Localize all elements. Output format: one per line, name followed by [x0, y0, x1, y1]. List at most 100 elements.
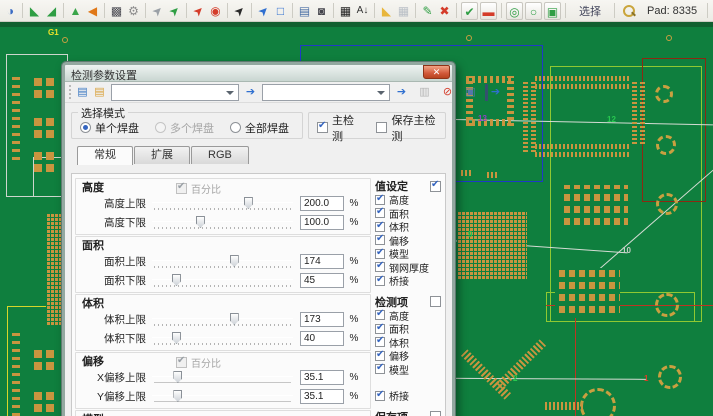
ruler-icon[interactable]: ◣	[378, 2, 395, 20]
remove-minus-icon[interactable]: ▬	[480, 2, 497, 20]
apply-check-icon[interactable]: ✔	[461, 2, 478, 20]
template-combo-2[interactable]	[262, 84, 390, 101]
grid-black-icon[interactable]: ▦	[337, 2, 354, 20]
circle-target-icon[interactable]: ◎	[506, 2, 523, 20]
toolbar-separator	[22, 3, 23, 18]
volume-lower-input[interactable]: 40	[300, 331, 344, 346]
area-lower-input[interactable]: 45	[300, 273, 344, 288]
select-mode-button[interactable]: 选择	[569, 3, 611, 19]
radio-label: 单个焊盘	[95, 120, 139, 136]
check-item[interactable]: 桥接	[375, 274, 442, 288]
check-item[interactable]: 模型	[375, 247, 442, 261]
main-toolbar: ◑ ◣ ◢ ▲ ◀ ▩ ⚙ ➤ ➤ ➤ ◉ ➤ ➤ □ ▤ ◙ ▦ A↓ ◣ ▦…	[0, 0, 713, 22]
apply-template-b-icon[interactable]: ➔	[393, 84, 410, 101]
unit-label: %	[344, 275, 364, 286]
template-combo-1[interactable]	[111, 84, 239, 101]
x-offset-slider[interactable]	[152, 368, 293, 387]
history-icon[interactable]: ◑	[2, 2, 19, 20]
image-icon[interactable]: ▩	[108, 2, 125, 20]
area-lower-slider[interactable]	[152, 271, 293, 290]
check-item[interactable]: 偏移	[375, 349, 442, 363]
pad-count-status: Pad: 8335	[640, 5, 704, 17]
measure-left-icon[interactable]: ◣	[26, 2, 43, 20]
radio-single-pad[interactable]: 单个焊盘	[80, 120, 139, 136]
checkbox	[375, 235, 385, 245]
radio-multi-pad: 多个焊盘	[155, 120, 214, 136]
slider-column: 高度 百分比 高度上限 200.0 % 高度下限 100.0	[75, 178, 371, 416]
check-item[interactable]: 高度	[375, 309, 442, 323]
check-item[interactable]: 偏移	[375, 234, 442, 248]
y-offset-input[interactable]: 35.1	[300, 389, 344, 404]
save-main-detect-checkbox[interactable]: 保存主检测	[376, 112, 437, 144]
dialog-titlebar[interactable]: 检测参数设置 ✕	[65, 65, 452, 82]
pin-black-icon[interactable]: ➤	[227, 0, 252, 23]
tab-extended[interactable]: 扩展	[134, 146, 190, 164]
circle-icon[interactable]: ○	[525, 2, 542, 20]
pcb-pad-small	[461, 170, 471, 176]
pcb-rosette	[656, 135, 676, 155]
spacer	[375, 376, 442, 389]
checkbox	[317, 122, 328, 133]
sort-az-icon[interactable]: A↓	[354, 2, 371, 20]
zoom-icon[interactable]	[621, 3, 637, 19]
volume-lower-slider[interactable]	[152, 329, 293, 348]
pcb-fiducial	[62, 37, 68, 43]
main-detect-checkbox[interactable]: 主检测	[317, 112, 358, 144]
area-upper-input[interactable]: 174	[300, 254, 344, 269]
pcb-fiducial	[466, 35, 472, 41]
triangle-draw-icon[interactable]: ▲	[67, 2, 84, 20]
unit-label: %	[344, 314, 364, 325]
slider-row: 面积上限 174 %	[82, 252, 364, 271]
exit-icon[interactable]: ➔	[485, 84, 502, 101]
apply-template-a-icon[interactable]: ➔	[242, 84, 259, 101]
area-upper-slider[interactable]	[152, 252, 293, 271]
radio-all-pads[interactable]: 全部焊盘	[230, 120, 289, 136]
height-upper-slider[interactable]	[152, 194, 293, 213]
group-title: 偏移	[82, 353, 104, 369]
check-item[interactable]: 面积	[375, 207, 442, 221]
block-icon[interactable]: ⊘	[439, 84, 456, 101]
film-icon[interactable]: ▤	[296, 2, 313, 20]
camera-icon[interactable]: ◙	[313, 2, 330, 20]
model-group: 模型 模型上限 0.200 mm	[75, 410, 371, 416]
y-offset-slider[interactable]	[152, 387, 293, 406]
save-icon[interactable]: ▣	[462, 84, 479, 101]
x-offset-input[interactable]: 35.1	[300, 370, 344, 385]
check-item[interactable]: 体积	[375, 336, 442, 350]
check-item[interactable]: 桥接	[375, 389, 442, 403]
save-items-master-checkbox[interactable]	[430, 411, 441, 416]
stop-square-icon[interactable]: ▣	[544, 2, 561, 20]
toolbar-separator	[501, 3, 502, 18]
edit-chart-icon[interactable]: ✎	[419, 2, 436, 20]
volume-upper-input[interactable]: 173	[300, 312, 344, 327]
pcb-quad-pads	[34, 118, 42, 126]
export-settings-icon[interactable]: ▤	[91, 84, 108, 101]
close-button[interactable]: ✕	[423, 65, 450, 79]
grid-light-icon[interactable]: ▦	[395, 2, 412, 20]
unit-label: %	[344, 391, 364, 402]
height-lower-input[interactable]: 100.0	[300, 215, 344, 230]
tab-rgb[interactable]: RGB	[191, 146, 249, 164]
pin-green-icon[interactable]: ➤	[162, 0, 187, 23]
check-item[interactable]: 高度	[375, 193, 442, 207]
volume-group: 体积 体积上限 173 % 体积下限 40 %	[75, 294, 371, 351]
delete-icon[interactable]: ✖	[436, 2, 453, 20]
tools-icon[interactable]: ⚙	[125, 2, 142, 20]
check-item[interactable]: 钢网厚度	[375, 261, 442, 275]
check-item[interactable]: 面积	[375, 322, 442, 336]
check-item[interactable]: 模型	[375, 363, 442, 377]
height-lower-slider[interactable]	[152, 213, 293, 232]
measure-right-icon[interactable]: ◢	[43, 2, 60, 20]
check-item[interactable]: 体积	[375, 220, 442, 234]
pcb-quad-pads	[34, 392, 42, 400]
tab-general[interactable]: 常规	[77, 146, 133, 165]
group-title: 面积	[82, 237, 104, 253]
height-upper-input[interactable]: 200.0	[300, 196, 344, 211]
selection-mode-row: 选择模式 单个焊盘 多个焊盘 全部焊盘 主检测	[65, 103, 452, 142]
volume-upper-slider[interactable]	[152, 310, 293, 329]
cone-icon[interactable]: ◀	[84, 2, 101, 20]
import-settings-icon[interactable]: ▤	[74, 84, 91, 101]
value-set-master-checkbox[interactable]	[430, 181, 441, 192]
detect-items-master-checkbox[interactable]	[430, 296, 441, 307]
value-set-panel: 值设定 高度 面积 体积 偏移 模型 钢网厚度 桥接	[375, 179, 442, 288]
